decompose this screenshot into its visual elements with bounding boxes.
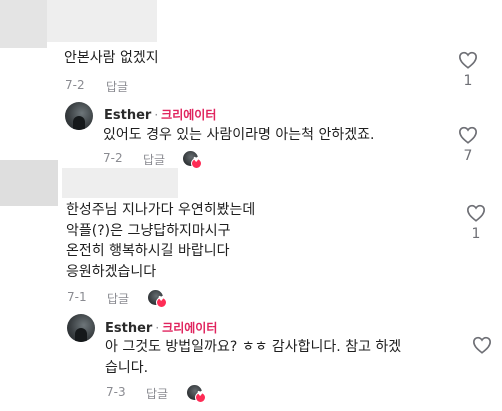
- like-count: 1: [471, 226, 481, 242]
- like-button[interactable]: 1: [456, 51, 480, 89]
- reply-text-line: 아 그것도 방법일까요? ㅎㅎ 감사합니다. 참고 하겠: [105, 339, 402, 355]
- creator-badge: 크리에이터: [162, 321, 218, 335]
- reply-button[interactable]: 답글: [106, 78, 128, 95]
- author-name[interactable]: Esther: [105, 321, 152, 336]
- comment-text-line: 온전히 행복하시길 바랍니다: [66, 243, 230, 259]
- author-name[interactable]: Esther: [104, 108, 151, 123]
- avatar[interactable]: [65, 102, 93, 130]
- reply-text: 있어도 경우 있는 사람이라명 아는척 안하겠죠.: [103, 127, 375, 143]
- comment-text: 안본사람 없겠지: [64, 50, 159, 66]
- comment-text-line: 악플(?)은 그냥답하지마시구: [66, 222, 231, 239]
- like-count: 1: [463, 73, 473, 89]
- comment-text-line: 한성주님 지나가다 우연히봤는데: [66, 202, 256, 218]
- like-button[interactable]: 1: [464, 204, 488, 242]
- separator-dot: ·: [154, 108, 159, 122]
- reply-button[interactable]: 답글: [143, 151, 165, 168]
- reply-date: 7-3: [106, 385, 126, 399]
- reply-header: Esther · 크리에이터: [104, 104, 216, 123]
- comment-date: 7-2: [65, 78, 85, 92]
- heart-outline-icon: [458, 51, 478, 69]
- comment-text-line: 응원하겠습니다: [66, 263, 157, 280]
- reply-header: Esther · 크리에이터: [105, 317, 217, 336]
- blurred-username: [47, 0, 157, 42]
- reply-date: 7-2: [103, 151, 123, 165]
- like-button[interactable]: 7: [456, 126, 480, 164]
- creator-badge: 크리에이터: [161, 108, 217, 122]
- heart-outline-icon: [458, 126, 478, 144]
- comment-date: 7-1: [67, 290, 87, 304]
- like-button[interactable]: [470, 336, 494, 358]
- blurred-avatar: [0, 0, 47, 48]
- separator-dot: ·: [155, 321, 160, 335]
- reply-button[interactable]: 답글: [107, 290, 129, 307]
- blurred-avatar: [0, 160, 58, 206]
- like-count: 7: [463, 148, 473, 164]
- heart-outline-icon: [466, 204, 486, 222]
- avatar[interactable]: [67, 314, 95, 342]
- blurred-username: [62, 168, 178, 198]
- reply-text-line: 습니다.: [105, 359, 149, 376]
- heart-outline-icon: [472, 336, 492, 354]
- reply-button[interactable]: 답글: [146, 385, 168, 402]
